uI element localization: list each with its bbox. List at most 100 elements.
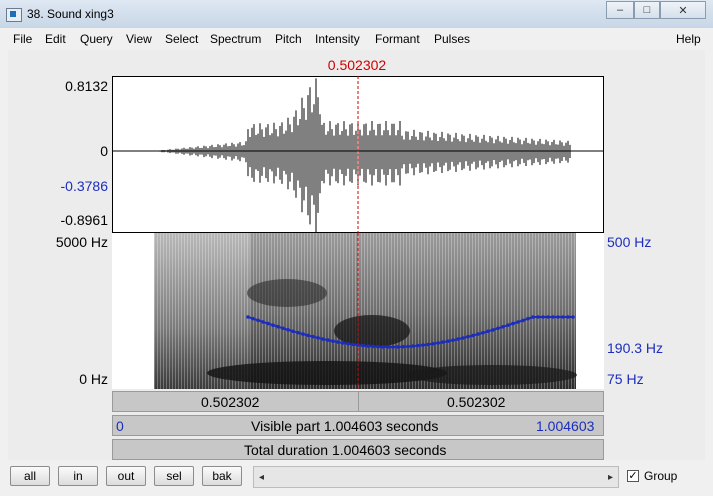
pitch-point xyxy=(321,337,325,341)
visible-end-label: 1.004603 xyxy=(536,418,595,434)
menu-intensity[interactable]: Intensity xyxy=(315,32,360,46)
pitch-point xyxy=(476,332,480,336)
pitch-point xyxy=(541,315,545,319)
pitch-point xyxy=(366,344,370,348)
cursor-time-label: 0.502302 xyxy=(327,57,387,73)
pitch-point xyxy=(326,338,330,342)
zoom-selection-button[interactable]: sel xyxy=(154,466,194,486)
pitch-point xyxy=(441,340,445,344)
pitch-point xyxy=(491,328,495,332)
left-time-segment[interactable]: 0.502302 xyxy=(113,392,359,411)
pitch-point xyxy=(311,334,315,339)
pitch-point xyxy=(481,331,485,335)
pitch-point xyxy=(556,315,560,319)
pitch-point xyxy=(251,316,255,321)
pitch-point xyxy=(416,343,420,348)
right-time-label: 0.502302 xyxy=(447,394,506,410)
spectrogram-top-freq-label: 5000 Hz xyxy=(55,234,108,250)
pitch-point xyxy=(561,315,565,319)
cursor-overlay xyxy=(357,76,359,233)
pitch-point xyxy=(331,339,335,343)
menu-query[interactable]: Query xyxy=(80,32,113,46)
pitch-point xyxy=(516,320,520,324)
pitch-point xyxy=(276,324,280,329)
pitch-point xyxy=(306,333,310,338)
formant-band xyxy=(407,365,577,385)
pitch-point xyxy=(411,344,415,348)
pitch-point xyxy=(531,315,535,319)
pitch-point xyxy=(486,329,490,334)
pitch-point xyxy=(471,333,475,338)
pitch-point xyxy=(466,334,470,339)
pitch-point xyxy=(451,338,455,342)
pitch-point xyxy=(296,330,300,335)
pitch-point xyxy=(286,328,290,332)
pitch-point xyxy=(426,342,430,347)
spectrogram-panel[interactable] xyxy=(112,233,604,389)
title-bar[interactable]: 38. Sound xing3 – □ ✕ xyxy=(0,0,713,28)
waveform-cursor-value-label: -0.3786 xyxy=(60,178,108,194)
minimize-button[interactable]: – xyxy=(606,1,634,19)
group-checkbox[interactable]: ✓ xyxy=(627,470,639,482)
pitch-point xyxy=(371,344,375,349)
pitch-point xyxy=(351,342,355,347)
zoom-out-button[interactable]: out xyxy=(106,466,146,486)
menu-edit[interactable]: Edit xyxy=(45,32,66,46)
menu-help[interactable]: Help xyxy=(676,32,701,46)
menu-bar: File Edit Query View Select Spectrum Pit… xyxy=(0,30,713,50)
cursor-time-bar[interactable]: 0.502302 0.502302 xyxy=(112,391,604,412)
pitch-point xyxy=(526,316,530,321)
pitch-point xyxy=(336,340,340,344)
pitch-point xyxy=(271,323,275,327)
pitch-point xyxy=(546,315,550,319)
pitch-point xyxy=(461,336,465,340)
menu-pulses[interactable]: Pulses xyxy=(434,32,470,46)
visible-part-bar[interactable]: 0 Visible part 1.004603 seconds 1.004603 xyxy=(112,415,604,436)
pitch-point xyxy=(406,344,410,349)
pitch-bottom-label: 75 Hz xyxy=(607,371,644,387)
pitch-point xyxy=(291,329,295,334)
spectrogram-bottom-freq-label: 0 Hz xyxy=(79,371,108,387)
formant-band xyxy=(247,279,327,307)
menu-spectrum[interactable]: Spectrum xyxy=(210,32,261,46)
maximize-button[interactable]: □ xyxy=(634,1,660,19)
menu-file[interactable]: File xyxy=(13,32,32,46)
spectrogram-plot xyxy=(154,233,577,389)
pitch-point xyxy=(521,318,525,323)
pitch-point xyxy=(421,343,425,347)
window-icon xyxy=(6,8,22,22)
pitch-point xyxy=(266,321,270,326)
close-button[interactable]: ✕ xyxy=(660,1,706,19)
pitch-point xyxy=(316,336,320,340)
pitch-point xyxy=(386,345,390,349)
horizontal-scrollbar[interactable]: ◂ ▸ xyxy=(253,466,619,488)
waveform-max-label: 0.8132 xyxy=(65,78,108,94)
waveform-min-label: -0.8961 xyxy=(60,212,108,228)
waveform-zero-label: 0 xyxy=(100,143,108,159)
menu-pitch[interactable]: Pitch xyxy=(275,32,302,46)
zoom-all-button[interactable]: all xyxy=(10,466,50,486)
zoom-back-button[interactable]: bak xyxy=(202,466,242,486)
pitch-point xyxy=(256,318,260,323)
scroll-right-icon[interactable]: ▸ xyxy=(603,468,618,486)
menu-formant[interactable]: Formant xyxy=(375,32,420,46)
pitch-point xyxy=(506,323,510,327)
menu-view[interactable]: View xyxy=(126,32,152,46)
pitch-point xyxy=(391,345,395,349)
total-duration-label: Total duration 1.004603 seconds xyxy=(244,442,447,458)
pitch-point xyxy=(246,315,250,319)
pitch-point xyxy=(436,341,440,345)
zoom-in-button[interactable]: in xyxy=(58,466,98,486)
total-duration-bar[interactable]: Total duration 1.004603 seconds xyxy=(112,439,604,460)
pitch-point xyxy=(261,320,265,324)
pitch-point xyxy=(381,345,385,349)
window-title: 38. Sound xing3 xyxy=(27,7,114,21)
pitch-point xyxy=(571,315,575,319)
formant-band xyxy=(334,315,410,347)
visible-start-label: 0 xyxy=(116,418,124,434)
left-time-label: 0.502302 xyxy=(201,394,260,410)
menu-select[interactable]: Select xyxy=(165,32,198,46)
group-label: Group xyxy=(644,469,678,483)
scroll-left-icon[interactable]: ◂ xyxy=(254,468,269,486)
pitch-point xyxy=(401,344,405,349)
